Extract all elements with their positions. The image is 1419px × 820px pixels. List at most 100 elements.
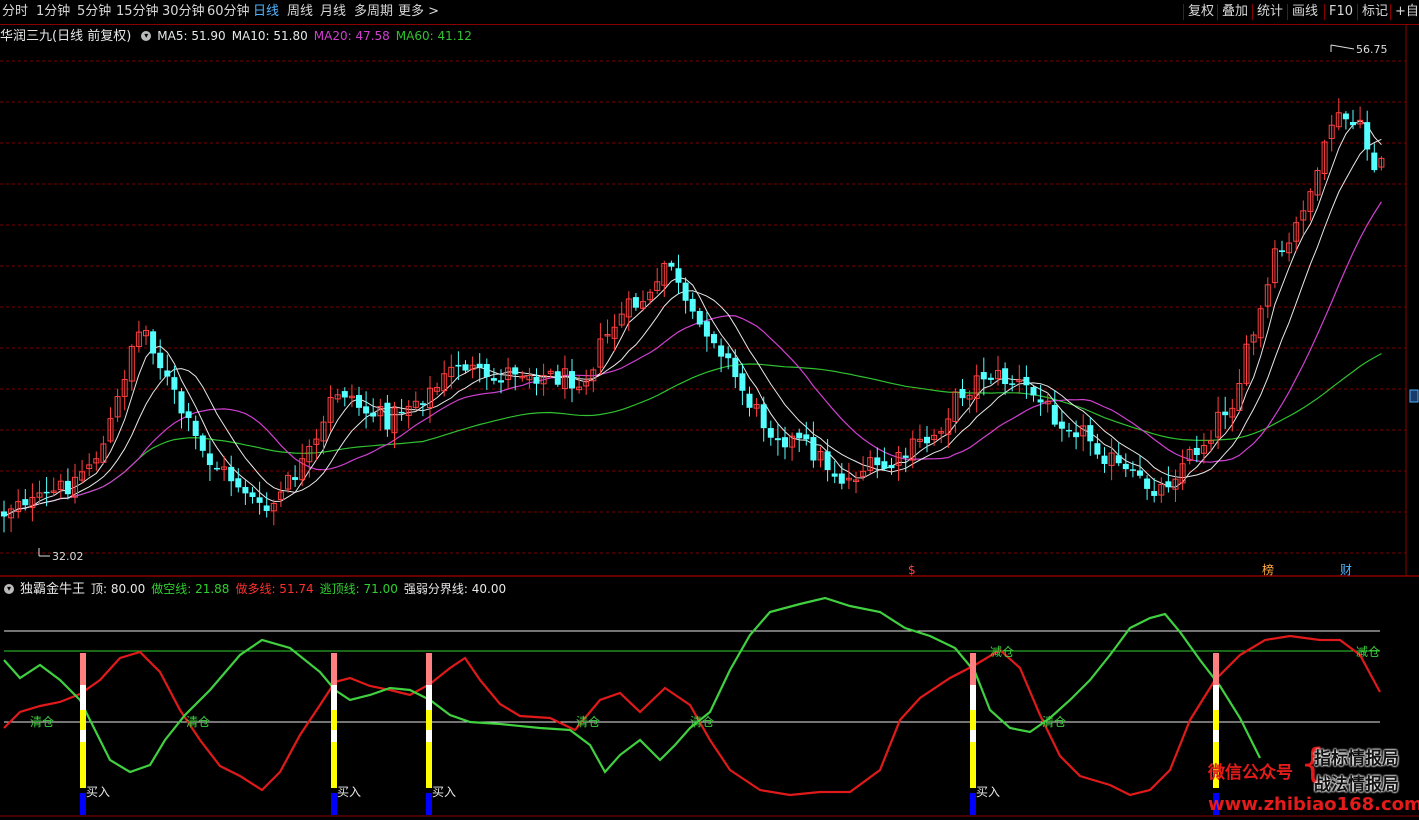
candle-body-down xyxy=(1058,421,1065,429)
reduce-position-label: 减仓 xyxy=(990,645,1014,659)
candle-body-down xyxy=(533,376,540,384)
candle-body-down xyxy=(987,377,994,380)
buy-signal-bar xyxy=(1213,710,1219,730)
candle-body-down xyxy=(902,455,909,458)
buy-signal-bar xyxy=(331,710,337,730)
candle-body-down xyxy=(512,367,519,375)
candle-body-down xyxy=(675,268,682,283)
candle-body-down xyxy=(178,391,185,414)
candle-body-down xyxy=(363,406,370,414)
candle-body-down xyxy=(164,370,171,377)
candle-body-down xyxy=(214,467,220,470)
candle-body-down xyxy=(1193,447,1200,456)
reduce-position-label: 减仓 xyxy=(1356,645,1380,659)
buy-signal-bar xyxy=(426,742,432,768)
high-price-label: 56.75 xyxy=(1356,43,1388,56)
candle-body-down xyxy=(1073,432,1080,438)
clear-position-label: 清仓 xyxy=(690,715,714,729)
candle-body-down xyxy=(881,461,888,469)
clear-position-label: 清仓 xyxy=(186,715,210,729)
candle-body-down xyxy=(341,391,348,398)
candle-body-down xyxy=(746,393,753,408)
candle-body-down xyxy=(732,357,739,378)
event-marker: $ xyxy=(908,563,916,577)
buy-signal-bar xyxy=(1213,685,1219,710)
candle-body-down xyxy=(199,435,206,451)
candle-body-down xyxy=(22,499,29,506)
candle-body-down xyxy=(1115,455,1122,464)
candle-body-down xyxy=(419,403,426,405)
candle-body-down xyxy=(1165,481,1172,488)
candle-body-down xyxy=(1009,383,1016,385)
buy-signal-bar xyxy=(80,742,86,768)
candle-body-down xyxy=(1350,122,1356,126)
watermark: 微信公众号 { 指标情报局 战法情报局 www.zhibiao168.com xyxy=(1200,738,1419,820)
candle-body-down xyxy=(1023,376,1030,386)
candle-body-down xyxy=(718,345,725,357)
candle-body-down xyxy=(235,478,242,488)
candle-body-down xyxy=(831,473,838,477)
candle-body-down xyxy=(959,388,966,399)
event-marker: 榜 xyxy=(1262,562,1274,577)
candle-body-down xyxy=(760,404,767,429)
candle-body-down xyxy=(292,477,299,480)
candle-body-down xyxy=(1371,152,1378,171)
high-pointer xyxy=(1330,44,1355,50)
candle-body-down xyxy=(1002,368,1009,385)
ma60-line xyxy=(3,353,1382,517)
candle-body-down xyxy=(739,373,746,391)
candle-body-down xyxy=(888,464,895,469)
candle-body-down xyxy=(398,411,405,414)
scroll-handle xyxy=(1409,389,1419,403)
buy-signal-bar xyxy=(970,742,976,768)
candle-body-down xyxy=(682,282,689,301)
candle-body-down xyxy=(774,438,781,441)
buy-signal-bar xyxy=(80,730,86,742)
candle-body-down xyxy=(228,466,235,482)
candle-body-down xyxy=(632,297,639,308)
buy-signal-bar xyxy=(80,685,86,710)
clear-position-label: 清仓 xyxy=(1042,715,1066,729)
buy-signal-label: 买入 xyxy=(976,785,1000,799)
candle-body-down xyxy=(498,380,504,383)
candle-body-down xyxy=(1122,463,1129,470)
candle-body-down xyxy=(696,310,703,325)
candle-body-down xyxy=(356,394,362,408)
clear-position-label: 清仓 xyxy=(30,715,54,729)
candle-body-down xyxy=(483,364,490,377)
chart-canvas[interactable]: 56.75 32.02 $ 榜 财 买入 买入 买入 买入 清仓 清仓 清仓 清仓 清仓 减仓 减仓 xyxy=(0,0,1419,820)
candle-body-down xyxy=(1037,399,1044,403)
candle-body-down xyxy=(1364,122,1371,150)
buy-signal-bar xyxy=(426,730,432,742)
candle-body-down xyxy=(242,486,249,494)
buy-signal-bar xyxy=(426,685,432,710)
candle-body-down xyxy=(185,411,192,418)
candle-body-down xyxy=(689,298,696,312)
candle-body-down xyxy=(1144,478,1151,489)
candle-body-down xyxy=(803,434,810,440)
buy-signal-bar xyxy=(970,710,976,730)
watermark-url: www.zhibiao168.com xyxy=(1208,794,1419,815)
ma20-line xyxy=(3,201,1382,517)
candle-body-down xyxy=(1101,455,1108,464)
buy-signal-bar xyxy=(331,685,337,710)
candle-body-down xyxy=(668,262,675,267)
watermark-wechat: 微信公众号 xyxy=(1208,763,1293,783)
candle-body-down xyxy=(980,372,987,380)
buy-signal-bar xyxy=(80,653,86,685)
candle-body-down xyxy=(1051,404,1058,425)
candle-body-down xyxy=(1222,411,1229,416)
buy-signal-bar xyxy=(331,742,337,768)
clear-position-label: 清仓 xyxy=(576,715,600,729)
candle-body-down xyxy=(263,505,270,511)
candle-body-down xyxy=(249,492,256,497)
candle-body-down xyxy=(1151,491,1158,496)
candle-body-down xyxy=(711,334,717,344)
candle-body-down xyxy=(924,436,930,444)
watermark-line2: 战法情报局 xyxy=(1314,775,1399,795)
candle-body-down xyxy=(1,511,7,517)
candle-body-down xyxy=(206,453,213,466)
buy-signal-bar xyxy=(331,653,337,685)
candle-body-down xyxy=(384,402,391,430)
candlesticks xyxy=(1,98,1385,533)
